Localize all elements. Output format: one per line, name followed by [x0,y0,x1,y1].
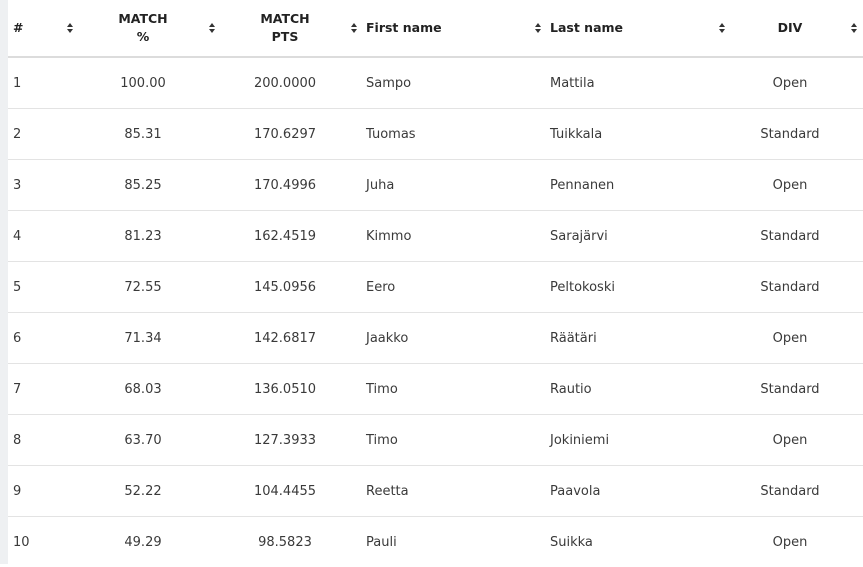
match-points-cell: 170.4996 [221,160,363,211]
table-row: 1 100.00 200.0000 Sampo Mattila Open [8,57,863,109]
column-header-label: First name [363,19,547,37]
first-name-cell: Reetta [363,466,547,517]
last-name-cell: Sarajärvi [547,211,731,262]
first-name-cell: Kimmo [363,211,547,262]
first-name-cell: Juha [363,160,547,211]
match-percent-cell: 85.31 [79,109,221,160]
last-name-cell: Pennanen [547,160,731,211]
table-row: 6 71.34 142.6817 Jaakko Räätäri Open [8,313,863,364]
division-cell: Open [731,313,863,364]
rank-cell: 1 [8,57,79,109]
match-percent-cell: 85.25 [79,160,221,211]
last-name-cell: Mattila [547,57,731,109]
match-percent-cell: 81.23 [79,211,221,262]
match-points-cell: 104.4455 [221,466,363,517]
rank-cell: 3 [8,160,79,211]
division-cell: Open [731,517,863,567]
table-row: 8 63.70 127.3933 Timo Jokiniemi Open [8,415,863,466]
column-header-rank[interactable]: # [8,0,79,57]
match-points-cell: 98.5823 [221,517,363,567]
match-percent-cell: 49.29 [79,517,221,567]
table-row: 9 52.22 104.4455 Reetta Paavola Standard [8,466,863,517]
match-percent-cell: 52.22 [79,466,221,517]
header-row: # MATCH% MATCHPTS First name Last name [8,0,863,57]
sort-icon[interactable] [351,23,357,33]
table-body: 1 100.00 200.0000 Sampo Mattila Open 2 8… [8,57,863,567]
table-row: 7 68.03 136.0510 Timo Rautio Standard [8,364,863,415]
table-row: 10 49.29 98.5823 Pauli Suikka Open [8,517,863,567]
rank-cell: 10 [8,517,79,567]
last-name-cell: Peltokoski [547,262,731,313]
division-cell: Standard [731,466,863,517]
column-header-division[interactable]: DIV [731,0,863,57]
table-row: 3 85.25 170.4996 Juha Pennanen Open [8,160,863,211]
last-name-cell: Paavola [547,466,731,517]
division-cell: Open [731,415,863,466]
column-header-label: Last name [547,19,731,37]
column-header-label: MATCH% [79,10,221,46]
division-cell: Open [731,57,863,109]
last-name-cell: Räätäri [547,313,731,364]
rank-cell: 7 [8,364,79,415]
match-percent-cell: 100.00 [79,57,221,109]
last-name-cell: Jokiniemi [547,415,731,466]
last-name-cell: Rautio [547,364,731,415]
last-name-cell: Suikka [547,517,731,567]
first-name-cell: Pauli [363,517,547,567]
results-table-container: # MATCH% MATCHPTS First name Last name [8,0,863,567]
column-header-match-percent[interactable]: MATCH% [79,0,221,57]
division-cell: Standard [731,262,863,313]
table-row: 5 72.55 145.0956 Eero Peltokoski Standar… [8,262,863,313]
first-name-cell: Jaakko [363,313,547,364]
rank-cell: 2 [8,109,79,160]
column-header-match-points[interactable]: MATCHPTS [221,0,363,57]
column-header-first-name[interactable]: First name [363,0,547,57]
match-points-cell: 200.0000 [221,57,363,109]
last-name-cell: Tuikkala [547,109,731,160]
division-cell: Open [731,160,863,211]
first-name-cell: Timo [363,364,547,415]
column-header-label: DIV [731,19,863,37]
sort-icon[interactable] [719,23,725,33]
sort-icon[interactable] [851,23,857,33]
first-name-cell: Eero [363,262,547,313]
column-header-last-name[interactable]: Last name [547,0,731,57]
rank-cell: 9 [8,466,79,517]
first-name-cell: Timo [363,415,547,466]
match-percent-cell: 72.55 [79,262,221,313]
division-cell: Standard [731,109,863,160]
match-points-cell: 162.4519 [221,211,363,262]
rank-cell: 4 [8,211,79,262]
division-cell: Standard [731,364,863,415]
rank-cell: 8 [8,415,79,466]
table-row: 4 81.23 162.4519 Kimmo Sarajärvi Standar… [8,211,863,262]
match-points-cell: 142.6817 [221,313,363,364]
table-header: # MATCH% MATCHPTS First name Last name [8,0,863,57]
match-percent-cell: 63.70 [79,415,221,466]
match-points-cell: 170.6297 [221,109,363,160]
sort-icon[interactable] [67,23,73,33]
division-cell: Standard [731,211,863,262]
match-points-cell: 136.0510 [221,364,363,415]
match-points-cell: 145.0956 [221,262,363,313]
sort-icon[interactable] [209,23,215,33]
left-panel-edge [0,0,8,564]
match-percent-cell: 68.03 [79,364,221,415]
column-header-label: MATCHPTS [221,10,363,46]
first-name-cell: Tuomas [363,109,547,160]
results-table: # MATCH% MATCHPTS First name Last name [8,0,863,567]
rank-cell: 6 [8,313,79,364]
rank-cell: 5 [8,262,79,313]
match-percent-cell: 71.34 [79,313,221,364]
match-points-cell: 127.3933 [221,415,363,466]
first-name-cell: Sampo [363,57,547,109]
sort-icon[interactable] [535,23,541,33]
table-row: 2 85.31 170.6297 Tuomas Tuikkala Standar… [8,109,863,160]
